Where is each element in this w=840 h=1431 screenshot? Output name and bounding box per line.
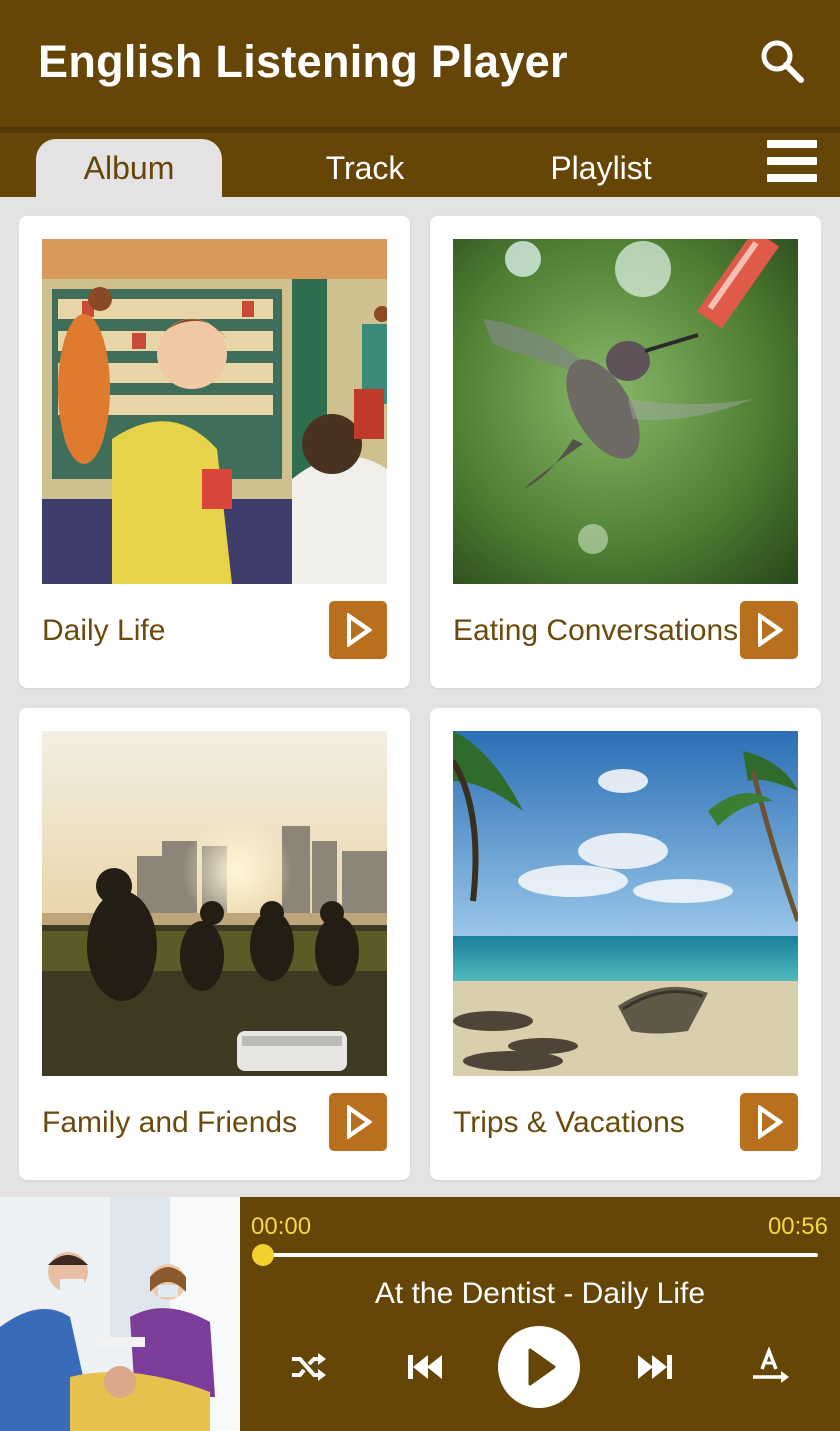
menu-button[interactable] [767,140,817,184]
album-art-daily-life [42,239,387,584]
play-pause-button[interactable] [498,1326,580,1413]
seek-bar-thumb[interactable] [252,1244,274,1266]
play-icon [347,1105,372,1139]
tab-bar: Album Track Playlist [0,127,840,197]
tab-album[interactable]: Album [36,139,222,197]
now-playing-art[interactable] [0,1197,240,1431]
album-title: Family and Friends [42,1106,298,1139]
search-icon [761,40,804,83]
album-title: Eating Conversations [453,614,739,647]
previous-icon [408,1355,442,1379]
app-bar: English Listening Player [0,0,840,127]
tab-playlist[interactable]: Playlist [508,139,694,197]
album-art-family-and-friends [42,731,387,1076]
play-icon [758,1105,783,1139]
hamburger-menu-icon [767,140,817,182]
play-icon [498,1326,580,1408]
translate-button[interactable] [750,1346,790,1392]
seek-bar[interactable] [263,1253,818,1257]
album-play-button[interactable] [740,601,798,659]
tab-track[interactable]: Track [272,139,458,197]
elapsed-time: 00:00 [251,1213,312,1240]
search-button[interactable] [757,36,809,88]
album-play-button[interactable] [329,1093,387,1151]
translate-icon [753,1346,789,1383]
album-card-eating-conversations[interactable]: Eating Conversations [430,216,821,688]
album-play-button[interactable] [740,1093,798,1151]
play-icon [347,613,372,647]
mini-player: 00:00 00:56 At the Dentist - Daily Life [0,1197,840,1431]
album-card-family-and-friends[interactable]: Family and Friends [19,708,410,1180]
shuffle-button[interactable] [288,1347,328,1392]
album-title: Daily Life [42,614,166,647]
album-card-trips-and-vacations[interactable]: Trips & Vacations [430,708,821,1180]
play-icon [758,613,783,647]
tab-bar-shadow [0,127,840,133]
album-art-trips-and-vacations [453,731,798,1076]
album-play-button[interactable] [329,601,387,659]
next-button[interactable] [636,1349,676,1390]
album-card-daily-life[interactable]: Daily Life [19,216,410,688]
album-title: Trips & Vacations [453,1106,685,1139]
shuffle-icon [292,1353,326,1381]
next-icon [638,1355,672,1379]
now-playing-title: At the Dentist - Daily Life [374,1277,706,1310]
total-duration: 00:56 [767,1213,828,1240]
previous-button[interactable] [404,1349,444,1390]
app-title: English Listening Player [38,36,568,87]
album-art-eating-conversations [453,239,798,584]
